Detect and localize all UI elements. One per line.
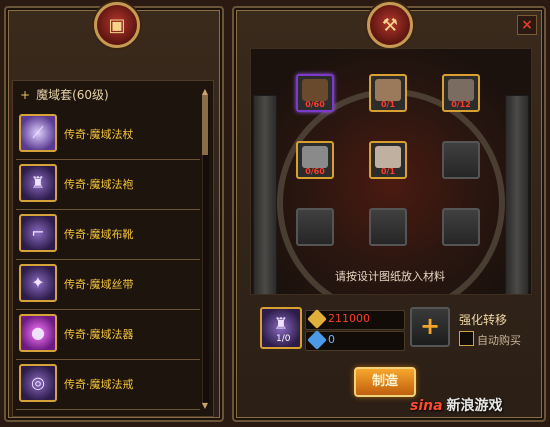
add-button[interactable]: +: [410, 307, 450, 347]
hammer-emblem-icon: ⚒: [367, 2, 413, 48]
scroll-material-icon: [375, 79, 401, 101]
book-emblem-icon: ▣: [94, 2, 140, 48]
orb-icon: ●: [19, 314, 57, 352]
leather-material-icon: [302, 79, 328, 101]
material-count: 0/12: [451, 100, 471, 109]
expand-icon: +: [20, 88, 31, 102]
instruction-text: 请按设计图纸放入材料: [335, 270, 445, 283]
scrollbar-thumb[interactable]: [202, 95, 208, 155]
scroll-down-icon[interactable]: ▼: [200, 402, 210, 410]
material-slot[interactable]: 0/60: [296, 74, 334, 112]
material-count: 0/1: [380, 167, 396, 176]
watermark-text: 新浪游戏: [446, 398, 503, 414]
boots-icon: ⌐: [19, 214, 57, 252]
auto-buy-label: 自动购买: [477, 334, 521, 347]
material-count: 0/60: [305, 167, 325, 176]
material-slot[interactable]: 0/1: [369, 74, 407, 112]
craft-button[interactable]: 制造: [354, 367, 416, 397]
recipe-item-label: 传奇·魔域法袍: [64, 178, 134, 191]
material-count: 0/60: [305, 100, 325, 109]
staff-icon: ⟋: [19, 114, 57, 152]
robe-icon: ♜: [273, 314, 289, 333]
recipe-item[interactable]: ⟋ 传奇·魔域法杖: [16, 110, 200, 160]
left-pillar: [253, 95, 277, 294]
material-slot[interactable]: 0/1: [369, 141, 407, 179]
recipe-item-label: 传奇·魔域布靴: [64, 228, 134, 241]
material-slot[interactable]: 0/12: [442, 74, 480, 112]
empty-slot[interactable]: [369, 208, 407, 246]
close-button[interactable]: ×: [517, 15, 537, 35]
rune-circle: [277, 89, 505, 294]
category-header[interactable]: + 魔域套(60级): [14, 84, 194, 106]
scroll-up-icon[interactable]: ▲: [200, 88, 210, 96]
blueprint-material-icon: [448, 79, 474, 101]
recipe-item-label: 传奇·魔域法杖: [64, 128, 134, 141]
watermark: sina 新浪游戏: [410, 395, 503, 415]
ring-icon: ◎: [19, 364, 57, 402]
auto-buy-checkbox[interactable]: [459, 331, 474, 346]
crystal-material-icon: [375, 146, 401, 168]
enhance-transfer-label[interactable]: 强化转移: [459, 311, 507, 328]
sash-icon: ✦: [19, 264, 57, 302]
recipe-item[interactable]: ♜ 传奇·魔域法袍: [16, 160, 200, 210]
gem-cost-value: 0: [328, 333, 335, 346]
material-count: 0/1: [380, 100, 396, 109]
product-quantity: 1/0: [276, 334, 291, 344]
recipe-item-label: 传奇·魔域法戒: [64, 378, 134, 391]
recipe-item-label: 传奇·魔域法器: [64, 328, 134, 341]
gold-cost-value: 211000: [328, 312, 370, 325]
category-label: 魔域套(60级): [36, 88, 109, 102]
robe-icon: ♜: [19, 164, 57, 202]
ore-material-icon: [302, 146, 328, 168]
recipe-item[interactable]: ● 传奇·魔域法器: [16, 310, 200, 360]
material-slot[interactable]: 0/60: [296, 141, 334, 179]
recipe-item[interactable]: ⌐ 传奇·魔域布靴: [16, 210, 200, 260]
empty-slot[interactable]: [296, 208, 334, 246]
right-pillar: [505, 95, 529, 294]
recipe-item[interactable]: ✦ 传奇·魔域丝带: [16, 260, 200, 310]
sina-logo-icon: sina: [410, 398, 443, 414]
recipe-item-label: 传奇·魔域丝带: [64, 278, 134, 291]
empty-slot[interactable]: [442, 208, 480, 246]
empty-slot[interactable]: [442, 141, 480, 179]
recipe-item[interactable]: ◎ 传奇·魔域法戒: [16, 360, 200, 410]
